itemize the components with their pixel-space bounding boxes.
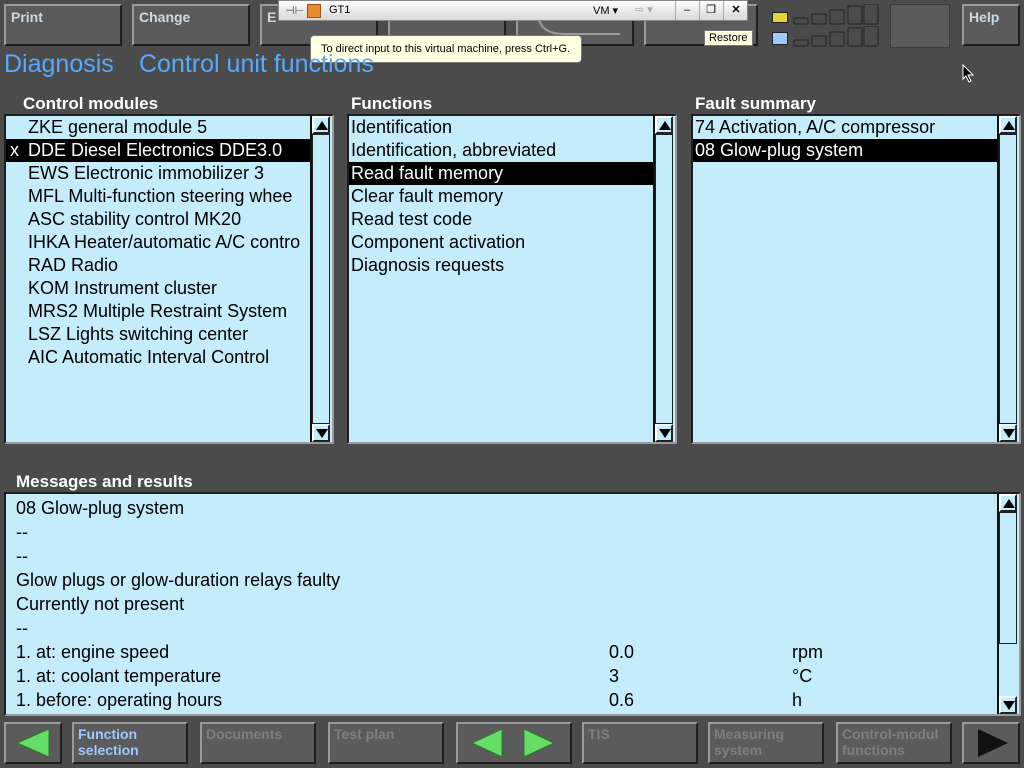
- vm-name: GT1: [329, 4, 351, 16]
- scroll-thumb[interactable]: [999, 512, 1017, 644]
- list-item[interactable]: Read test code: [349, 208, 655, 231]
- list-item[interactable]: Identification: [349, 116, 655, 139]
- list-item[interactable]: 74 Activation, A/C compressor: [693, 116, 999, 139]
- list-item[interactable]: ZKE general module 5: [6, 116, 310, 139]
- list-item[interactable]: IHKA Heater/automatic A/C contro: [6, 231, 310, 254]
- mouse-cursor-icon: [962, 64, 975, 83]
- scroll-up-arrow-icon[interactable]: [999, 116, 1017, 134]
- list-item[interactable]: RAD Radio: [6, 254, 310, 277]
- signal-strength-top-icon: [793, 4, 879, 25]
- vm-window-icon: [307, 4, 321, 18]
- message-line: --: [16, 618, 28, 638]
- functions-list[interactable]: Identification Identification, abbreviat…: [347, 114, 677, 444]
- message-unit: °C: [792, 666, 813, 686]
- restore-tooltip: Restore: [704, 30, 753, 46]
- arrow-right-icon: [978, 729, 1008, 757]
- forward-button[interactable]: [962, 722, 1020, 764]
- scroll-down-arrow-icon[interactable]: [655, 424, 673, 442]
- scroll-thumb[interactable]: [312, 134, 330, 424]
- documents-button[interactable]: Documents: [200, 722, 316, 764]
- list-item[interactable]: ASC stability control MK20: [6, 208, 310, 231]
- message-line: Glow plugs or glow-duration relays fault…: [16, 570, 341, 590]
- minimize-button[interactable]: –: [675, 1, 698, 20]
- list-item-selected[interactable]: 08 Glow-plug system: [693, 139, 999, 162]
- change-button[interactable]: Change: [132, 4, 250, 46]
- fault-summary-scrollbar[interactable]: [997, 116, 1019, 442]
- list-item[interactable]: EWS Electronic immobilizer 3: [6, 162, 310, 185]
- message-line: 1. at: engine speed: [16, 642, 170, 662]
- messages-panel[interactable]: 08 Glow-plug system -- -- Glow plugs or …: [4, 492, 1021, 716]
- list-item[interactable]: Identification, abbreviated: [349, 139, 655, 162]
- scroll-up-arrow-icon[interactable]: [999, 494, 1017, 512]
- function-selection-button[interactable]: Function selection: [72, 722, 188, 764]
- message-line: --: [16, 546, 28, 566]
- scroll-thumb[interactable]: [655, 134, 673, 424]
- message-unit: h: [792, 690, 803, 710]
- measuring-system-button[interactable]: Measuring system: [708, 722, 824, 764]
- help-button[interactable]: Help: [962, 4, 1020, 46]
- control-module-functions-button[interactable]: Control-modul functions: [836, 722, 952, 764]
- message-unit: rpm: [792, 642, 823, 662]
- messages-scrollbar[interactable]: [997, 494, 1019, 714]
- list-item[interactable]: KOM Instrument cluster: [6, 277, 310, 300]
- vm-toolbar: ⊣⊢ GT1 VM ▾ ⇨ ▾ – ❐ ✕: [278, 0, 748, 21]
- message-value: 0.6: [609, 690, 635, 710]
- pin-icon[interactable]: ⊣⊢: [285, 4, 304, 17]
- page-nav-button[interactable]: [456, 722, 572, 764]
- list-item[interactable]: Diagnosis requests: [349, 254, 655, 277]
- arrow-right-icon: [523, 728, 556, 758]
- fault-summary-list[interactable]: 74 Activation, A/C compressor 08 Glow-pl…: [691, 114, 1021, 444]
- messages-heading: Messages and results: [16, 472, 193, 491]
- control-modules-list[interactable]: ZKE general module 5 x DDE Diesel Electro…: [4, 114, 334, 444]
- functions-heading: Functions: [351, 94, 433, 113]
- control-modules-scrollbar[interactable]: [310, 116, 332, 442]
- arrow-left-icon: [15, 728, 50, 758]
- message-value: 0.0: [609, 642, 635, 662]
- arrow-left-icon: [470, 728, 503, 758]
- tis-button[interactable]: TIS: [582, 722, 698, 764]
- list-item[interactable]: Clear fault memory: [349, 185, 655, 208]
- message-line: Currently not present: [16, 594, 185, 614]
- message-line: 08 Glow-plug system: [16, 498, 185, 518]
- close-icon[interactable]: ✕: [723, 1, 748, 20]
- signal-indicators: [766, 4, 880, 48]
- restore-button[interactable]: ❐: [699, 1, 722, 20]
- battery-status-icon: [772, 12, 788, 23]
- list-item[interactable]: MRS2 Multiple Restraint System: [6, 300, 310, 323]
- signal-strength-bottom-icon: [793, 26, 879, 47]
- message-line: 1. at: coolant temperature: [16, 666, 222, 686]
- release-arrow-icon[interactable]: ⇨ ▾: [635, 3, 653, 16]
- scroll-down-arrow-icon[interactable]: [312, 424, 330, 442]
- print-button[interactable]: Print: [4, 4, 122, 46]
- list-item[interactable]: Component activation: [349, 231, 655, 254]
- message-value: 3: [609, 666, 620, 686]
- back-button[interactable]: [4, 722, 62, 764]
- list-item-selected[interactable]: x DDE Diesel Electronics DDE3.0: [6, 139, 310, 162]
- message-line: 1. before: operating hours: [16, 690, 223, 710]
- scroll-down-arrow-icon[interactable]: [999, 696, 1017, 714]
- list-item[interactable]: LSZ Lights switching center: [6, 323, 310, 346]
- scroll-up-arrow-icon[interactable]: [312, 116, 330, 134]
- control-modules-heading: Control modules: [23, 94, 159, 113]
- scroll-down-arrow-icon[interactable]: [999, 424, 1017, 442]
- scroll-up-arrow-icon[interactable]: [655, 116, 673, 134]
- status-panel-blank: [890, 4, 950, 48]
- fault-summary-heading: Fault summary: [695, 94, 816, 113]
- test-plan-button[interactable]: Test plan: [328, 722, 444, 764]
- vm-menu[interactable]: VM ▾: [593, 4, 618, 17]
- monitor-status-icon: [772, 32, 788, 45]
- list-item-selected[interactable]: Read fault memory: [349, 162, 655, 185]
- list-item[interactable]: MFL Multi-function steering whee: [6, 185, 310, 208]
- message-line: --: [16, 522, 28, 542]
- functions-scrollbar[interactable]: [653, 116, 675, 442]
- list-item[interactable]: AIC Automatic Interval Control: [6, 346, 310, 369]
- page-title: Diagnosis: [4, 50, 114, 78]
- page-subtitle: Control unit functions: [139, 50, 374, 78]
- scroll-thumb[interactable]: [999, 134, 1017, 424]
